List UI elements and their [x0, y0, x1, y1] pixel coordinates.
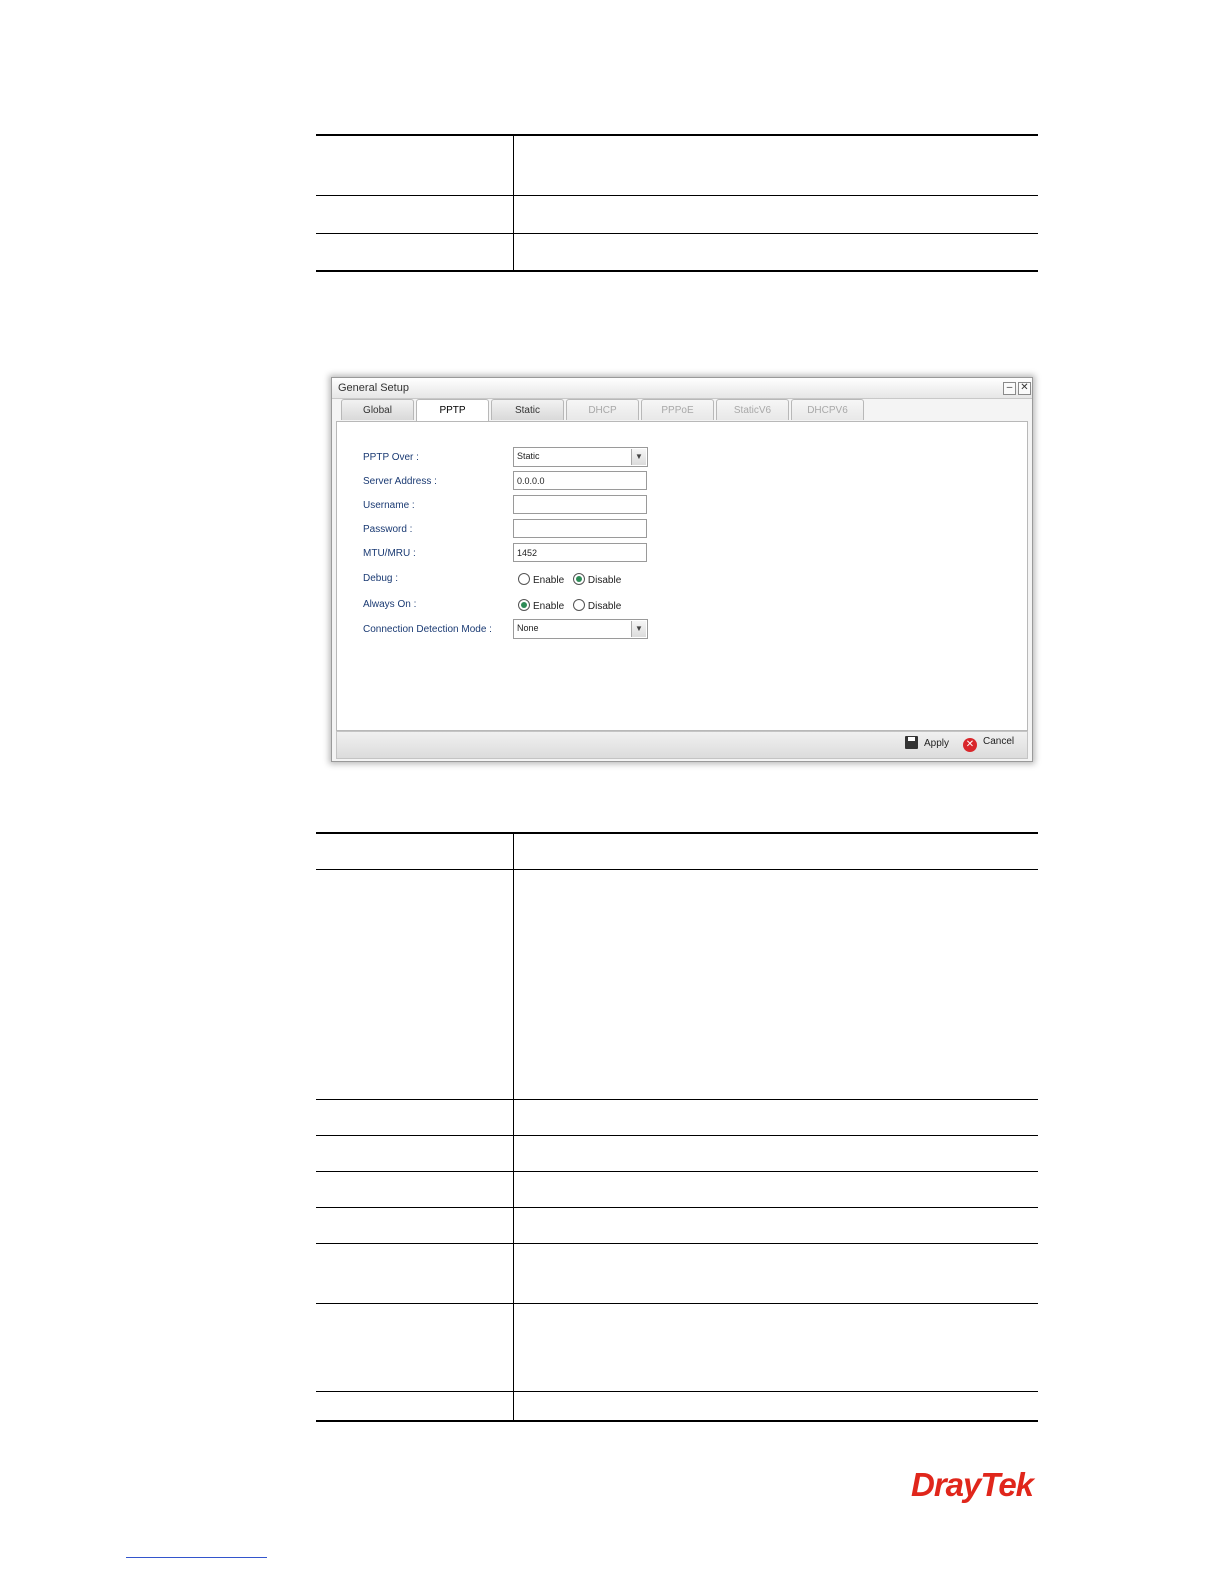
always-on-radio-group: Enable Disable — [518, 599, 627, 612]
debug-disable-radio[interactable] — [572, 573, 585, 585]
connection-detection-mode-select[interactable]: None ▼ — [513, 619, 648, 639]
draytek-logo: DrayTek — [911, 1466, 1034, 1503]
table-cell — [513, 833, 1038, 870]
top-description-table — [316, 134, 1038, 272]
dialog-title-bar[interactable]: General Setup – ✕ — [332, 378, 1032, 399]
cancel-label: Cancel — [983, 736, 1015, 747]
save-icon — [905, 736, 918, 749]
always-on-enable-label: Enable — [533, 601, 565, 612]
table-cell — [316, 1243, 514, 1304]
table-cell — [316, 233, 514, 271]
mtu-mru-input[interactable] — [513, 543, 647, 562]
always-on-disable-option[interactable]: Disable — [572, 599, 622, 612]
table-cell — [513, 1303, 1038, 1392]
table-cell — [316, 1303, 514, 1392]
table-cell — [316, 869, 514, 1100]
table-cell — [316, 135, 514, 196]
table-cell — [316, 1391, 514, 1421]
tab-static[interactable]: Static — [491, 399, 564, 420]
mtu-mru-label: MTU/MRU : — [363, 548, 416, 559]
always-on-enable-option[interactable]: Enable — [518, 599, 564, 612]
table-cell — [316, 1207, 514, 1244]
tab-dhcp: DHCP — [566, 399, 639, 420]
table-cell — [316, 1099, 514, 1136]
table-cell — [316, 195, 514, 234]
dialog-footer: Apply ✕ Cancel — [336, 731, 1028, 759]
always-on-enable-radio[interactable] — [518, 599, 530, 611]
dialog-title: General Setup — [338, 382, 409, 394]
table-cell — [514, 233, 1039, 271]
tab-pptp[interactable]: PPTP — [416, 399, 489, 422]
table-cell — [316, 1171, 514, 1208]
table-cell — [513, 1243, 1038, 1304]
pptp-settings-panel: PPTP Over : Static ▼ Server Address : Us… — [336, 421, 1028, 731]
cancel-icon: ✕ — [963, 738, 977, 752]
debug-radio-group: Enable Disable — [518, 573, 627, 586]
bottom-description-table — [316, 832, 1038, 1422]
table-cell — [513, 1135, 1038, 1172]
debug-label: Debug : — [363, 573, 399, 584]
debug-disable-label: Disable — [587, 575, 622, 586]
connection-detection-mode-label: Connection Detection Mode : — [363, 624, 492, 635]
chevron-down-icon: ▼ — [631, 449, 646, 465]
pptp-over-select[interactable]: Static ▼ — [513, 447, 648, 467]
username-input[interactable] — [513, 495, 647, 514]
password-input[interactable] — [513, 519, 647, 538]
pptp-over-value: Static — [517, 451, 540, 461]
password-label: Password : — [363, 524, 413, 535]
table-cell — [513, 1099, 1038, 1136]
debug-disable-option[interactable]: Disable — [572, 573, 622, 586]
tab-dhcpv6: DHCPV6 — [791, 399, 864, 420]
table-cell — [316, 1135, 514, 1172]
table-cell — [513, 1171, 1038, 1208]
server-address-input[interactable] — [513, 471, 647, 490]
connection-detection-mode-value: None — [517, 623, 539, 633]
table-cell — [316, 833, 514, 870]
debug-enable-option[interactable]: Enable — [518, 573, 564, 586]
general-setup-dialog: General Setup – ✕ Global PPTP Static DHC… — [331, 377, 1033, 762]
footer-link-underline[interactable] — [126, 1557, 267, 1558]
cancel-button[interactable]: ✕ Cancel — [963, 736, 1014, 752]
close-icon[interactable]: ✕ — [1018, 382, 1031, 395]
tab-staticv6: StaticV6 — [716, 399, 789, 420]
username-label: Username : — [363, 500, 415, 511]
table-cell — [513, 869, 1038, 1100]
always-on-label: Always On : — [363, 599, 417, 610]
minimize-icon[interactable]: – — [1003, 382, 1016, 395]
tab-global[interactable]: Global — [341, 399, 414, 420]
table-cell — [513, 195, 1038, 234]
apply-button[interactable]: Apply — [905, 736, 949, 749]
tab-pppoe: PPPoE — [641, 399, 714, 420]
always-on-disable-radio[interactable] — [572, 599, 585, 611]
debug-enable-radio[interactable] — [518, 573, 530, 585]
table-cell — [513, 1207, 1038, 1244]
table-cell — [514, 1391, 1039, 1421]
server-address-label: Server Address : — [363, 476, 437, 487]
chevron-down-icon: ▼ — [631, 621, 646, 637]
debug-enable-label: Enable — [533, 575, 565, 586]
always-on-disable-label: Disable — [587, 601, 622, 612]
apply-label: Apply — [924, 738, 950, 749]
table-cell — [513, 135, 1038, 196]
pptp-over-label: PPTP Over : — [363, 452, 419, 463]
